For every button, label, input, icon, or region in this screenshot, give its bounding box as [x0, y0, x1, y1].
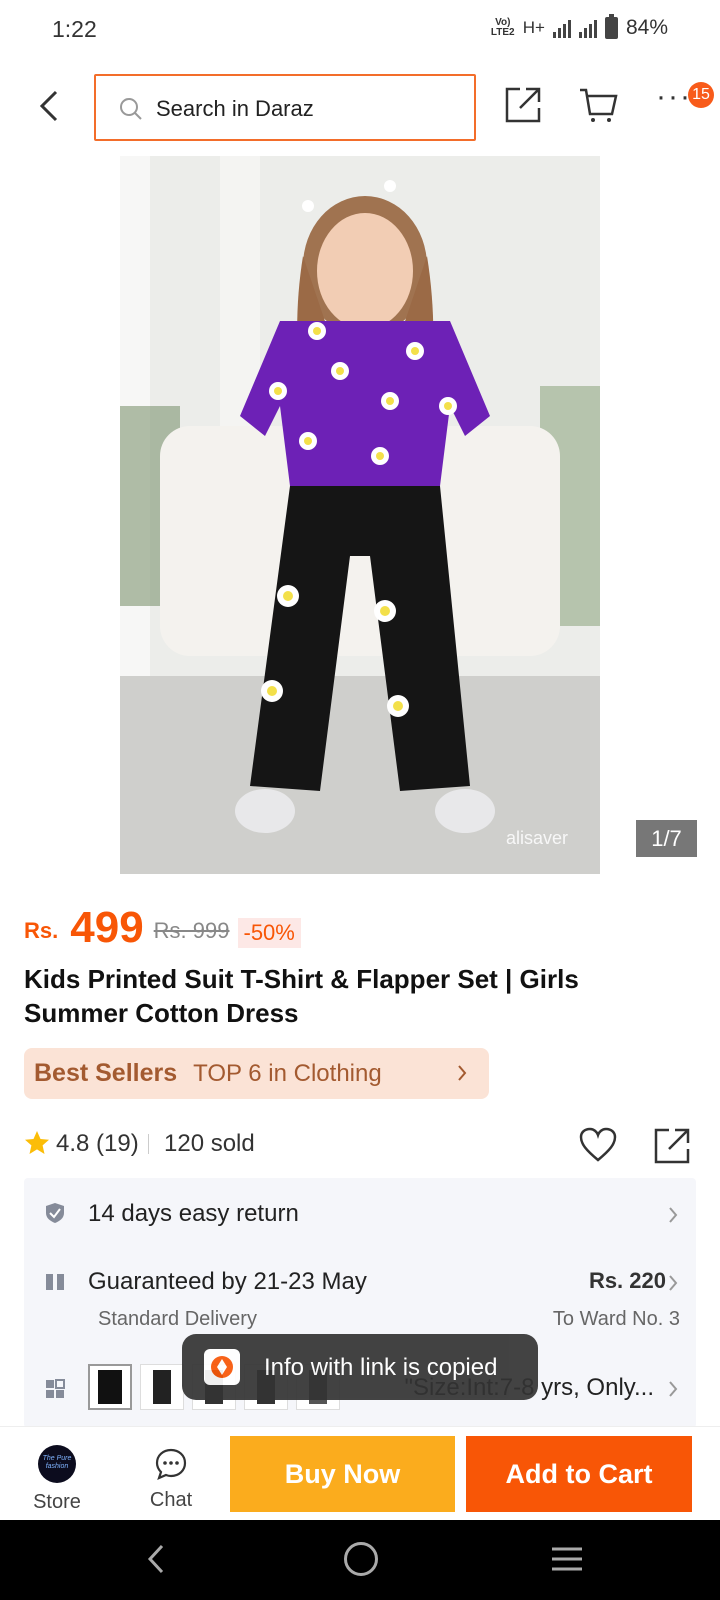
rating-value[interactable]: 4.8 (19): [56, 1130, 139, 1158]
best-sellers-title: Best Sellers: [34, 1059, 178, 1087]
delivery-destination: To Ward No. 3: [552, 1308, 680, 1330]
heart-icon[interactable]: [578, 1126, 618, 1164]
volte-icon: Vo) LTE2: [490, 17, 515, 38]
daraz-logo-icon: [204, 1349, 240, 1385]
search-placeholder: Search in Daraz: [156, 96, 314, 121]
bottom-action-bar: The Pure fashion Store Chat Buy Now Add …: [0, 1426, 720, 1520]
copied-toast: Info with link is copied: [182, 1334, 538, 1400]
price-currency: Rs.: [24, 918, 59, 943]
price-row: Rs. 499 Rs. 999 -50%: [24, 896, 301, 952]
store-logo: The Pure fashion: [38, 1445, 76, 1483]
buy-now-button[interactable]: Buy Now: [230, 1436, 455, 1512]
rating-row: 4.8 (19) 120 sold: [24, 1126, 696, 1166]
chevron-right-icon: [458, 1065, 467, 1081]
toast-message: Info with link is copied: [264, 1354, 498, 1381]
chat-icon: [155, 1448, 187, 1480]
delivery-guarantee: Guaranteed by 21-23 May: [88, 1268, 367, 1295]
battery-icon: [604, 14, 618, 39]
store-button[interactable]: The Pure fashion Store: [26, 1445, 88, 1515]
best-sellers-banner[interactable]: Best Sellers TOP 6 in Clothing: [24, 1048, 489, 1099]
nav-recents-icon[interactable]: [550, 1546, 584, 1572]
divider: [148, 1134, 149, 1154]
image-counter: 1/7: [636, 820, 697, 857]
share-icon[interactable]: [652, 1126, 692, 1166]
original-price: Rs. 999: [153, 918, 230, 943]
nav-back-icon[interactable]: [142, 1542, 172, 1576]
product-title: Kids Printed Suit T-Shirt & Flapper Set …: [24, 964, 579, 1028]
chat-label: Chat: [149, 1489, 193, 1511]
chevron-right-icon: [669, 1381, 678, 1397]
shield-check-icon: [46, 1203, 64, 1223]
store-label: Store: [33, 1491, 81, 1513]
search-input[interactable]: Search in Daraz: [94, 74, 476, 141]
return-policy-row[interactable]: 14 days easy return: [24, 1178, 696, 1250]
share-icon[interactable]: [502, 84, 544, 126]
best-sellers-rank: TOP 6 in Clothing: [193, 1059, 382, 1087]
status-indicators: Vo) LTE2 H+ 84%: [490, 14, 668, 40]
add-to-cart-button[interactable]: Add to Cart: [466, 1436, 692, 1512]
nav-home-icon[interactable]: [344, 1542, 378, 1576]
variant-thumbnail[interactable]: [88, 1364, 132, 1410]
package-icon: [46, 1274, 64, 1290]
delivery-type: Standard Delivery: [98, 1308, 257, 1330]
product-image[interactable]: alisaver: [120, 156, 600, 874]
network-type: H+: [522, 18, 545, 37]
status-bar: 1:22 Vo) LTE2 H+ 84%: [0, 0, 720, 62]
back-arrow-icon[interactable]: [30, 84, 74, 128]
image-watermark: alisaver: [506, 828, 569, 848]
search-icon: [120, 98, 142, 120]
system-nav-bar: [0, 1520, 720, 1600]
cart-icon[interactable]: [578, 84, 620, 126]
sold-count: 120 sold: [164, 1130, 255, 1157]
signal-icon: [578, 18, 597, 38]
delivery-fee: Rs. 220: [588, 1268, 666, 1293]
discount-badge: -50%: [237, 918, 301, 948]
chat-button[interactable]: Chat: [140, 1445, 202, 1515]
more-options-icon[interactable]: ···: [656, 82, 692, 120]
battery-level: 84%: [625, 16, 668, 39]
status-time: 1:22: [52, 16, 97, 42]
store-logo-text: The Pure fashion: [42, 1455, 72, 1471]
top-header: Search in Daraz ··· 15: [0, 70, 720, 142]
chevron-right-icon: [669, 1207, 678, 1223]
chevron-right-icon: [669, 1275, 678, 1291]
return-policy-text: 14 days easy return: [88, 1200, 299, 1227]
price-value: 499: [70, 903, 144, 952]
variant-thumbnail[interactable]: [140, 1364, 184, 1410]
variants-icon: [46, 1379, 65, 1398]
star-icon: [25, 1131, 49, 1154]
product-photo: [120, 156, 600, 874]
cart-count-badge: 15: [688, 82, 714, 108]
signal-icon: [552, 18, 571, 38]
